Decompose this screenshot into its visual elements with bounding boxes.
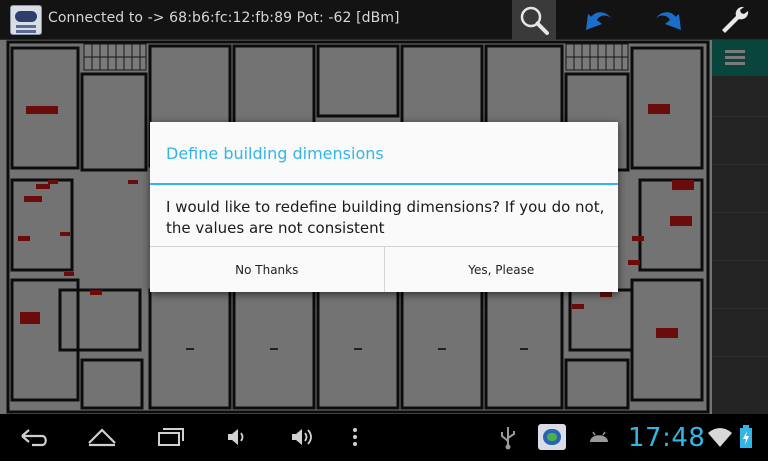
system-nav-bar: 17:48 (0, 414, 768, 461)
search-button[interactable] (512, 0, 556, 40)
connection-status: Connected to -> 68:b6:fc:12:fb:89 Pot: -… (48, 10, 400, 26)
wifi-app-icon[interactable] (10, 5, 42, 35)
usb-icon (501, 427, 515, 450)
android-debug-icon (590, 431, 608, 442)
wifi-icon (708, 428, 732, 447)
recent-apps-icon[interactable] (154, 424, 186, 450)
yes-please-button[interactable]: Yes, Please (383, 247, 619, 292)
dialog-title-divider (150, 183, 618, 185)
volume-up-icon[interactable] (288, 424, 318, 450)
undo-icon (586, 12, 612, 30)
search-icon (520, 6, 549, 35)
dialog-button-row: No Thanks Yes, Please (150, 246, 618, 292)
back-icon[interactable] (18, 424, 50, 450)
undo-button[interactable] (578, 0, 622, 40)
action-bar: Connected to -> 68:b6:fc:12:fb:89 Pot: -… (0, 0, 768, 40)
overflow-menu-icon[interactable] (348, 424, 362, 450)
battery-icon (740, 425, 752, 448)
redo-icon (655, 12, 681, 30)
redo-button[interactable] (645, 0, 689, 40)
dialog-title: Define building dimensions (166, 144, 384, 163)
wrench-icon (722, 6, 749, 34)
define-dimensions-dialog: Define building dimensions I would like … (150, 122, 618, 292)
clock: 17:48 (628, 423, 706, 453)
app-notification-icon (538, 424, 566, 450)
volume-down-icon[interactable] (224, 424, 250, 450)
home-icon[interactable] (86, 424, 118, 450)
no-thanks-button[interactable]: No Thanks (150, 247, 384, 292)
settings-button[interactable] (712, 0, 756, 40)
dialog-message: I would like to redefine building dimens… (166, 198, 605, 237)
